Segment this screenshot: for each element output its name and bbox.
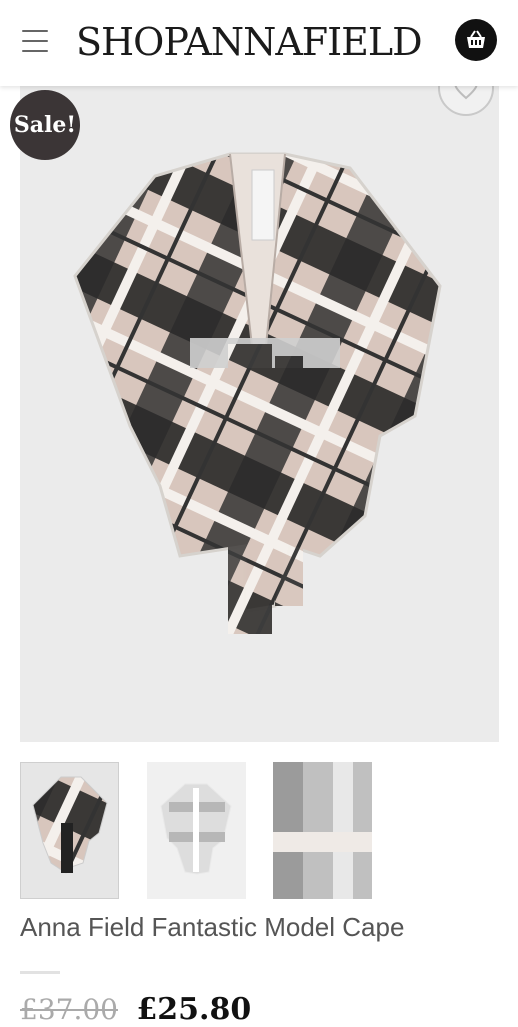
sale-badge-text: Sale!	[13, 112, 77, 138]
menu-line	[22, 30, 48, 32]
product-thumbnails	[20, 762, 380, 900]
thumbnail-3[interactable]	[273, 762, 372, 899]
product-title: Anna Field Fantastic Model Cape	[20, 912, 405, 942]
site-logo[interactable]: SHOPANNAFIELD	[76, 20, 432, 64]
product-main-image[interactable]	[20, 86, 499, 742]
thumbnail-image	[273, 762, 372, 899]
cart-button[interactable]	[455, 19, 497, 61]
original-price: £37.00	[20, 993, 118, 1026]
sale-price: £25.80	[136, 992, 252, 1027]
thumbnail-1[interactable]	[20, 762, 119, 899]
price-block: £37.00 £25.80	[20, 992, 251, 1027]
logo-text: SHOPANNAFIELD	[76, 20, 423, 64]
menu-line	[22, 40, 48, 42]
thumbnail-2[interactable]	[147, 762, 246, 899]
title-divider	[20, 971, 60, 974]
thumbnail-image	[160, 783, 232, 875]
menu-line	[22, 50, 48, 52]
basket-icon	[467, 30, 485, 48]
hamburger-menu-icon[interactable]	[22, 30, 48, 52]
thumbnail-image	[32, 776, 108, 874]
sale-badge: Sale!	[10, 90, 80, 160]
site-header: SHOPANNAFIELD	[0, 0, 518, 86]
cape-image	[73, 152, 442, 634]
